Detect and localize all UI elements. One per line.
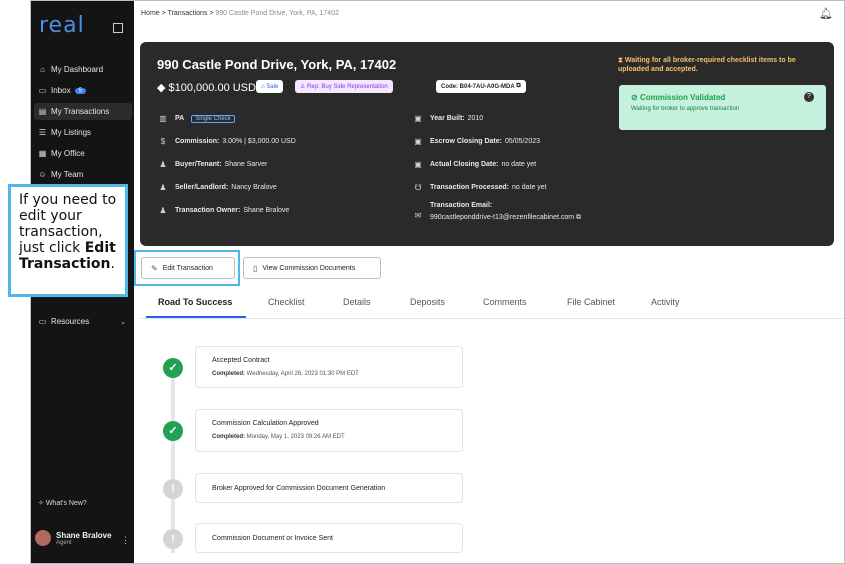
step-card: Commission Document or Invoice Sent bbox=[195, 523, 463, 553]
commission-validated-panel: ⊘ Commission Validated Waiting for broke… bbox=[619, 85, 826, 130]
sidebar-item-label: My Listings bbox=[51, 128, 92, 137]
office-icon: ▦ bbox=[38, 149, 47, 158]
team-icon: ☺ bbox=[38, 170, 47, 179]
year-built-row: ▣ Year Built: 2010 bbox=[412, 114, 483, 123]
sale-chip: ⌂ Sale bbox=[256, 80, 284, 93]
real-logo[interactable]: real bbox=[39, 13, 85, 38]
avatar bbox=[35, 530, 51, 546]
tab-file-cabinet[interactable]: File Cabinet bbox=[567, 297, 615, 307]
tab-deposits[interactable]: Deposits bbox=[410, 297, 445, 307]
seller-row: ♟ Seller/Landlord: Nancy Bralove bbox=[157, 183, 276, 192]
dollar-icon: $ bbox=[160, 137, 166, 146]
pending-icon: ! bbox=[163, 479, 183, 499]
tab-road-to-success[interactable]: Road To Success bbox=[158, 297, 232, 307]
resources-icon: ▭ bbox=[38, 317, 47, 326]
collapse-sidebar-icon[interactable] bbox=[113, 23, 123, 33]
processed-row: ☋ Transaction Processed: no date yet bbox=[412, 183, 546, 192]
transaction-price: ◆ $100,000.00 USD bbox=[157, 82, 256, 94]
sidebar-item-label: My Transactions bbox=[51, 107, 110, 116]
person-icon: ♟ bbox=[159, 206, 167, 215]
representation-chip: ♙ Rep: Buy Side Representation bbox=[295, 80, 393, 93]
hourglass-icon: ⧗ bbox=[618, 57, 625, 64]
escrow-date-row: ▣ Escrow Closing Date: 05/05/2023 bbox=[412, 137, 540, 146]
app-window: real ⌂ My Dashboard ▭ Inbox 5 ▤ My Trans… bbox=[30, 0, 845, 564]
person-icon: ♙ bbox=[300, 84, 308, 90]
user-name: Shane Bralove bbox=[56, 530, 112, 540]
tab-activity[interactable]: Activity bbox=[651, 297, 680, 307]
transaction-summary-card: 990 Castle Pond Drive, York, PA, 17402 ◆… bbox=[140, 42, 834, 246]
notification-bell-icon[interactable]: 🔔︎ bbox=[819, 7, 833, 20]
sparkle-icon: ✧ bbox=[38, 500, 46, 507]
single-check-badge: Single Check bbox=[191, 114, 235, 123]
active-tab-indicator bbox=[146, 316, 246, 318]
check-icon: ✓ bbox=[163, 358, 183, 378]
breadcrumb-transactions[interactable]: Transactions bbox=[168, 10, 208, 17]
user-role: Agent bbox=[56, 539, 72, 546]
email-row: ✉ Transaction Email: 990castleponddrive-… bbox=[412, 202, 581, 222]
copy-icon[interactable]: ⧉ bbox=[515, 83, 520, 90]
step-card: Accepted Contract Completed: Wednesday, … bbox=[195, 346, 463, 388]
sidebar-item-label: My Team bbox=[51, 170, 84, 179]
help-icon[interactable]: ? bbox=[804, 92, 814, 102]
actual-closing-row: ▣ Actual Closing Date: no date yet bbox=[412, 160, 536, 169]
calendar-icon: ▣ bbox=[414, 137, 422, 146]
check-icon: ✓ bbox=[163, 421, 183, 441]
edit-button-highlight bbox=[134, 250, 240, 286]
more-options-icon[interactable]: ⋮ bbox=[121, 535, 130, 546]
sidebar-item-label: My Dashboard bbox=[51, 65, 104, 74]
sidebar-item-label: Inbox bbox=[51, 86, 71, 95]
tutorial-callout: If you need to edit your transaction, ju… bbox=[8, 184, 128, 297]
sidebar-item-office[interactable]: ▦ My Office bbox=[34, 145, 132, 162]
calendar-icon: ▣ bbox=[414, 160, 422, 169]
step-card: Commission Calculation Approved Complete… bbox=[195, 409, 463, 452]
sidebar-item-label: My Office bbox=[51, 149, 85, 158]
transaction-email[interactable]: 990castleponddrive-t13@rezenfilecabinet.… bbox=[430, 214, 574, 221]
person-icon: ♟ bbox=[159, 160, 167, 169]
calendar-icon: ▣ bbox=[414, 114, 422, 123]
state-row: ▥ PA Single Check bbox=[157, 114, 235, 123]
page-title: 990 Castle Pond Drive, York, PA, 17402 bbox=[157, 57, 397, 72]
sidebar-item-resources[interactable]: ▭ Resources ⌄ bbox=[34, 313, 132, 330]
commission-row: $ Commission: 3.00% | $3,000.00 USD bbox=[157, 137, 296, 146]
sidebar-item-team[interactable]: ☺ My Team bbox=[34, 166, 132, 183]
person-icon: ♟ bbox=[159, 183, 167, 192]
chevron-down-icon: ⌄ bbox=[120, 318, 126, 326]
sidebar-item-label: Resources bbox=[51, 317, 90, 326]
owner-row: ♟ Transaction Owner: Shane Bralove bbox=[157, 206, 289, 215]
tab-comments[interactable]: Comments bbox=[483, 297, 527, 307]
buyer-row: ♟ Buyer/Tenant: Shane Sarver bbox=[157, 160, 267, 169]
check-circle-icon: ⊘ bbox=[631, 93, 640, 102]
transaction-code-chip[interactable]: Code: B04-7AU-A0G-MDA ⧉ bbox=[436, 80, 526, 93]
inbox-count-badge: 5 bbox=[74, 87, 86, 94]
sidebar-item-inbox[interactable]: ▭ Inbox 5 bbox=[34, 82, 132, 99]
transactions-icon: ▤ bbox=[38, 107, 47, 116]
sidebar-item-dashboard[interactable]: ⌂ My Dashboard bbox=[34, 61, 132, 78]
user-profile[interactable]: Shane Bralove Agent bbox=[35, 530, 112, 546]
step-card: Broker Approved for Commission Document … bbox=[195, 473, 463, 503]
document-icon: ▯ bbox=[253, 263, 258, 273]
tab-details[interactable]: Details bbox=[343, 297, 371, 307]
processed-icon: ☋ bbox=[414, 183, 422, 192]
whats-new-link[interactable]: ✧ What's New? bbox=[38, 499, 87, 507]
building-icon: ▥ bbox=[159, 114, 167, 123]
sidebar-item-listings[interactable]: ☰ My Listings bbox=[34, 124, 132, 141]
pending-icon: ! bbox=[163, 529, 183, 549]
copy-icon[interactable]: ⧉ bbox=[574, 214, 581, 221]
inbox-icon: ▭ bbox=[38, 86, 47, 95]
mail-icon: ✉ bbox=[414, 211, 422, 220]
breadcrumb-home[interactable]: Home bbox=[141, 10, 160, 17]
breadcrumb: Home > Transactions > 990 Castle Pond Dr… bbox=[141, 10, 339, 17]
list-icon: ☰ bbox=[38, 128, 47, 137]
view-commission-documents-button[interactable]: ▯ View Commission Documents bbox=[243, 257, 381, 279]
tag-icon: ◆ bbox=[157, 82, 169, 94]
checklist-waiting-notice: ⧗ Waiting for all broker-required checkl… bbox=[618, 57, 796, 73]
home-icon: ⌂ bbox=[40, 65, 45, 74]
tab-checklist[interactable]: Checklist bbox=[268, 297, 305, 307]
timeline-line bbox=[171, 363, 175, 553]
sidebar-item-transactions[interactable]: ▤ My Transactions bbox=[34, 103, 132, 120]
breadcrumb-current: 990 Castle Pond Drive, York, PA, 17402 bbox=[215, 10, 339, 17]
